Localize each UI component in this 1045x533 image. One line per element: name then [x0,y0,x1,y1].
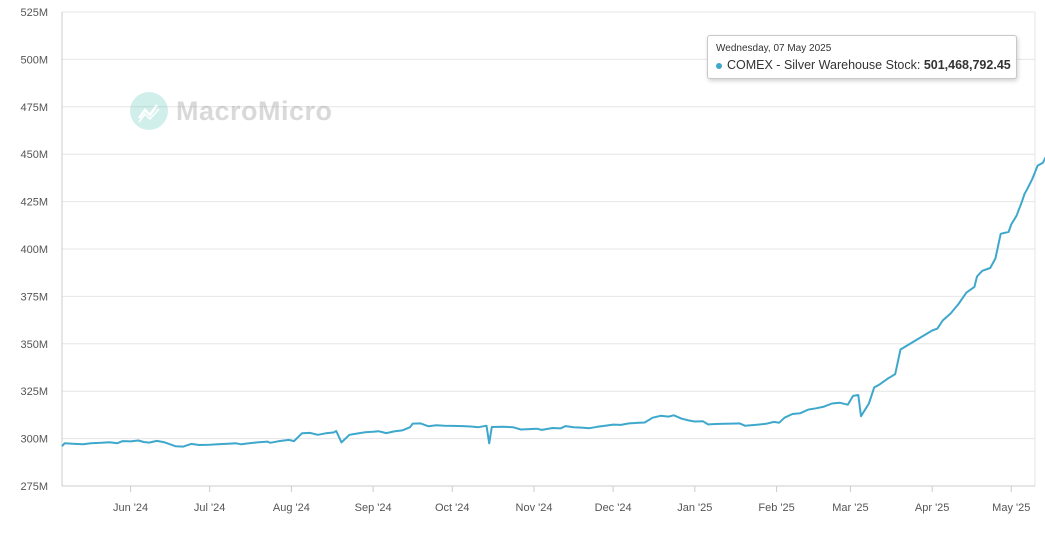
x-tick-label: Jun '24 [113,502,148,514]
x-tick-label: Nov '24 [516,502,553,514]
line-chart: 275M 300M 325M 350M 375M 400M 425M 450M 475M 500M… [20,7,1045,514]
y-tick-label: 300M [20,434,48,446]
y-tick-label: 375M [20,291,48,303]
x-tick-label: Dec '24 [595,502,632,514]
y-tick-label: 425M [20,197,48,209]
tooltip-date: Wednesday, 07 May 2025 [716,43,832,54]
x-tick-label: Apr '25 [915,502,950,514]
y-tick-label: 400M [20,244,48,256]
x-tick-label: Feb '25 [758,502,794,514]
grid [61,11,1036,487]
x-tick-label: Aug '24 [273,502,310,514]
series-dot-icon [716,62,722,69]
tooltip: Wednesday, 07 May 2025 COMEX - Silver Wa… [707,35,1017,79]
x-tick-label: Mar '25 [832,502,868,514]
y-tick-label: 500M [20,54,48,66]
y-tick-label: 450M [20,149,48,161]
tooltip-series-name: COMEX - Silver Warehouse Stock: [727,58,921,72]
y-tick-label: 350M [20,339,48,351]
x-tick-label: May '25 [992,502,1030,514]
y-tick-label: 475M [20,102,48,114]
x-tick-label: Sep '24 [355,502,392,514]
y-tick-label: 275M [20,481,48,493]
x-axis: Jun '24 Jul '24 Aug '24 Sep '24 Oct '24 Nov '… [113,486,1030,514]
y-axis: 275M 300M 325M 350M 375M 400M 425M 450M 475M 500M… [20,7,48,493]
tooltip-row: COMEX - Silver Warehouse Stock: 501,468,… [716,57,1011,74]
series [61,156,1045,448]
x-tick-label: Jan '25 [677,502,712,514]
y-tick-label: 325M [20,386,48,398]
series-line [61,156,1045,448]
x-tick-label: Jul '24 [194,502,225,514]
tooltip-value: 501,468,792.45 [923,58,1011,72]
y-tick-label: 525M [20,7,48,19]
x-tick-label: Oct '24 [435,502,470,514]
